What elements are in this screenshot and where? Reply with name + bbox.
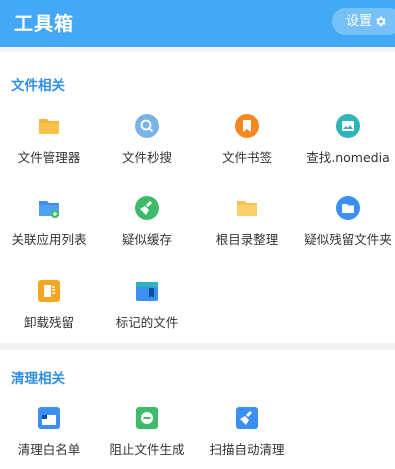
tool-clean-whitelist[interactable]: 清理白名单 <box>0 406 98 466</box>
section-file: 文件相关 文件管理器 文件秒搜 文件书签 查找.nomedia 关联应用列表 疑… <box>0 52 395 343</box>
block-icon <box>136 407 158 429</box>
gear-icon <box>376 16 386 27</box>
page-title: 工具箱 <box>14 13 75 35</box>
tool-label: 文件书签 <box>221 150 272 165</box>
tool-label: 文件管理器 <box>17 150 81 165</box>
document-icon <box>38 280 60 302</box>
whitelist-icon <box>38 407 60 429</box>
tool-label: 清理白名单 <box>17 442 81 457</box>
tool-block-file-creation[interactable]: 阻止文件生成 <box>98 406 196 466</box>
tool-label: 卸载残留 <box>23 315 74 330</box>
settings-label: 设置 <box>346 14 373 29</box>
search-icon <box>135 114 159 138</box>
broom-icon <box>135 196 159 220</box>
tool-label: 关联应用列表 <box>11 232 87 247</box>
tool-file-bookmark[interactable]: 文件书签 <box>198 114 296 174</box>
tool-linked-apps[interactable]: 关联应用列表 <box>0 196 98 256</box>
folder-badge-icon <box>336 196 360 220</box>
tool-uninstall-residue[interactable]: 卸载残留 <box>0 279 98 339</box>
settings-button[interactable]: 设置 <box>332 8 395 35</box>
tool-label: 根目录整理 <box>215 232 279 247</box>
section-title-clean: 清理相关 <box>11 371 65 387</box>
tool-residual-folders[interactable]: 疑似残留文件夹 <box>299 196 395 256</box>
section-clean: 清理相关 清理白名单 阻止文件生成 扫描自动清理 <box>0 350 395 469</box>
app-header: 工具箱 设置 <box>0 0 395 47</box>
marked-file-icon <box>136 282 158 301</box>
folder-icon <box>39 119 59 134</box>
tool-find-nomedia[interactable]: 查找.nomedia <box>299 114 395 174</box>
tool-label: 扫描自动清理 <box>209 442 285 457</box>
tool-scan-auto-clean[interactable]: 扫描自动清理 <box>198 406 296 466</box>
tool-file-manager[interactable]: 文件管理器 <box>0 114 98 174</box>
auto-clean-icon <box>236 407 258 429</box>
tool-label: 文件秒搜 <box>121 150 172 165</box>
tool-label: 查找.nomedia <box>306 150 390 165</box>
section-title-file: 文件相关 <box>11 78 65 94</box>
tool-label: 阻止文件生成 <box>109 442 185 457</box>
folder-add-icon <box>39 201 59 218</box>
image-folder-icon <box>336 114 360 138</box>
tool-label: 疑似残留文件夹 <box>304 232 392 247</box>
tool-marked-files[interactable]: 标记的文件 <box>98 279 196 339</box>
tool-root-organize[interactable]: 根目录整理 <box>198 196 296 256</box>
tool-label: 疑似缓存 <box>121 232 172 247</box>
tool-quick-search[interactable]: 文件秒搜 <box>98 114 196 174</box>
folder-icon <box>237 201 257 216</box>
tool-label: 标记的文件 <box>115 315 179 330</box>
tool-suspected-cache[interactable]: 疑似缓存 <box>98 196 196 256</box>
bookmark-icon <box>235 114 259 138</box>
